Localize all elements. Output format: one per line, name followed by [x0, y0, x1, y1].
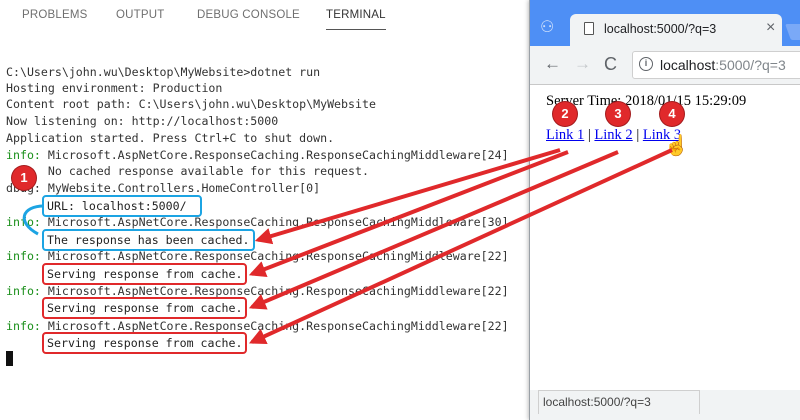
back-icon[interactable]: ←	[544, 55, 561, 73]
tab-title: localhost:5000/?q=3	[604, 22, 717, 36]
log-level-info: info:	[6, 249, 41, 263]
log-level-info: info:	[6, 319, 41, 333]
terminal-line: info: Microsoft.AspNetCore.ResponseCachi…	[6, 148, 509, 162]
tab-terminal[interactable]: TERMINAL	[326, 9, 386, 30]
terminal-line: No cached response available for this re…	[6, 164, 369, 178]
page-icon	[584, 22, 594, 35]
tab-output[interactable]: OUTPUT	[116, 9, 164, 21]
status-bubble: localhost:5000/?q=3	[538, 390, 700, 414]
server-time: Server Time: 2018/01/15 15:29:09	[546, 93, 747, 109]
hand-cursor-icon: ☝	[664, 135, 689, 157]
panel-tab-bar: PROBLEMS OUTPUT DEBUG CONSOLE TERMINAL	[0, 0, 530, 34]
close-tab-icon[interactable]: ×	[766, 19, 775, 37]
address-text: localhost:5000/?q=3	[660, 57, 786, 73]
page-content: Server Time: 2018/01/15 15:29:09 Link 1 …	[530, 85, 800, 390]
badge-2: 2	[553, 102, 577, 126]
new-tab-button[interactable]	[785, 24, 800, 40]
incognito-icon: ⚇	[540, 19, 555, 36]
terminal-cursor	[6, 351, 13, 366]
reload-icon[interactable]: C	[604, 55, 617, 73]
highlight-url: URL: localhost:5000/	[42, 195, 202, 217]
link-1[interactable]: Link 1	[546, 127, 584, 143]
terminal-line: dbug: MyWebsite.Controllers.HomeControll…	[6, 180, 320, 196]
highlight-cached: The response has been cached.	[42, 229, 255, 251]
terminal-line: Application started. Press Ctrl+C to shu…	[6, 131, 335, 145]
log-level-info: info:	[6, 215, 41, 229]
site-info-icon[interactable]: i	[639, 57, 653, 71]
terminal-line: C:\Users\john.wu\Desktop\MyWebsite>dotne…	[6, 65, 321, 79]
terminal-line: Content root path: C:\Users\john.wu\Desk…	[6, 97, 376, 111]
link-row: Link 1 | Link 2 | Link 3	[546, 127, 682, 143]
highlight-serving-3: Serving response from cache.	[42, 332, 247, 354]
address-bar[interactable]: i localhost:5000/?q=3	[632, 51, 800, 79]
badge-4: 4	[660, 102, 684, 126]
forward-icon[interactable]: →	[574, 55, 591, 73]
terminal-line: Hosting environment: Production	[6, 81, 223, 95]
browser-toolbar: ← → C i localhost:5000/?q=3	[530, 46, 800, 85]
browser-titlebar[interactable]: ⚇ localhost:5000/?q=3 ×	[530, 0, 800, 46]
tab-debug-console[interactable]: DEBUG CONSOLE	[197, 9, 300, 21]
badge-1: 1	[12, 166, 36, 190]
terminal-line: Now listening on: http://localhost:5000	[6, 114, 279, 128]
badge-3: 3	[606, 102, 630, 126]
link-2[interactable]: Link 2	[594, 127, 632, 143]
browser-tab[interactable]: localhost:5000/?q=3 ×	[570, 14, 782, 46]
highlight-serving-2: Serving response from cache.	[42, 297, 247, 319]
log-level-info: info:	[6, 148, 41, 162]
browser-window: ⚇ localhost:5000/?q=3 × ← → C i localhos…	[530, 0, 800, 420]
highlight-serving-1: Serving response from cache.	[42, 263, 247, 285]
log-level-info: info:	[6, 284, 41, 298]
